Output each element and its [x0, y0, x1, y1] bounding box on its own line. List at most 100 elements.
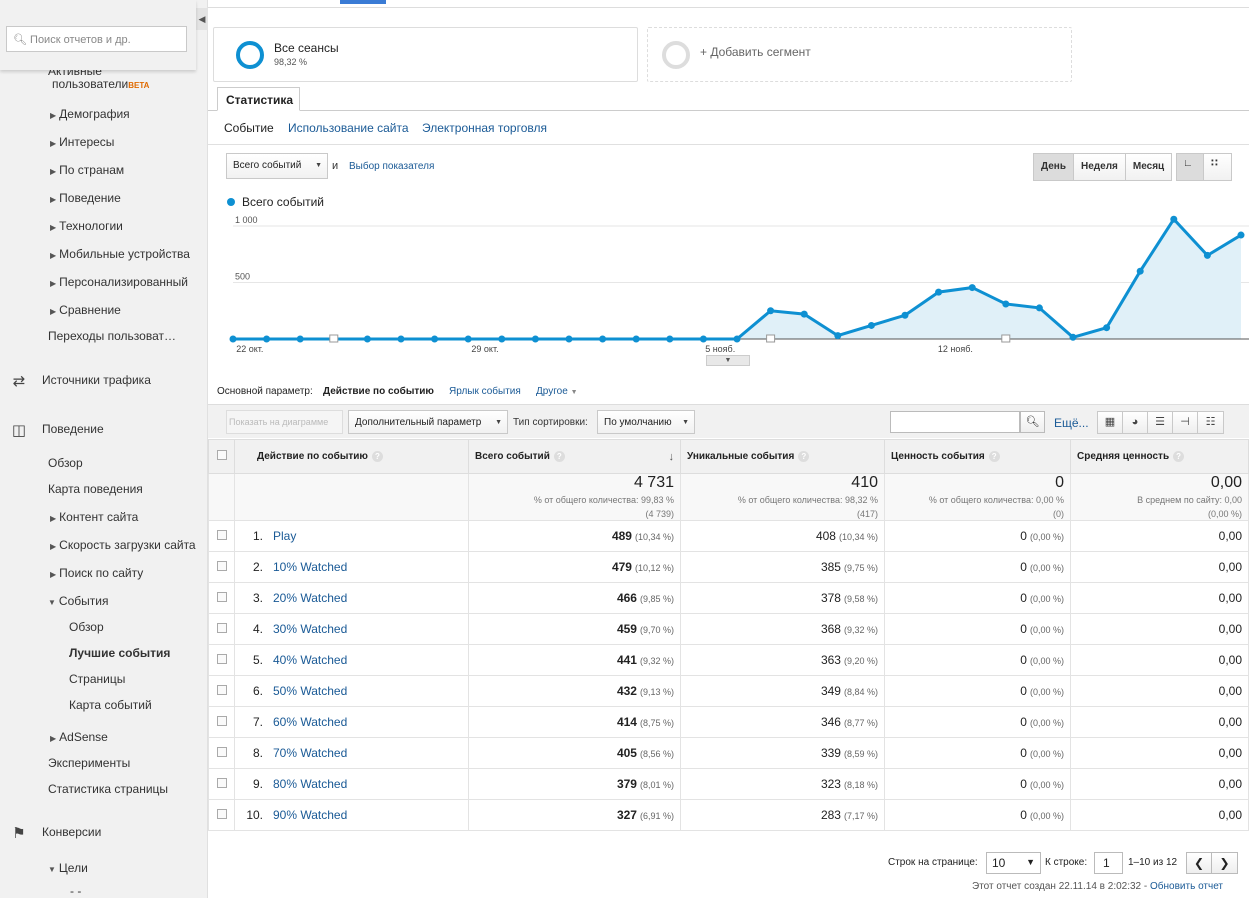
- header-event-value[interactable]: Ценность события?: [884, 439, 1071, 474]
- sidebar-item-site-search[interactable]: ▶ Поиск по сайту: [50, 566, 143, 580]
- refresh-report-link[interactable]: Обновить отчет: [1150, 881, 1223, 892]
- row-checkbox[interactable]: [216, 530, 227, 540]
- sidebar-item-behavior-overview[interactable]: Обзор: [48, 456, 83, 470]
- bar-view-icon[interactable]: ☰: [1148, 412, 1173, 433]
- report-search-input[interactable]: 🔍︎ Поиск отчетов и др.: [6, 26, 187, 52]
- goto-row-input[interactable]: 1: [1094, 852, 1123, 874]
- sidebar-item-demographics[interactable]: ▶ Демография: [50, 107, 130, 121]
- header-event-action-label: Действие по событию: [257, 451, 368, 462]
- sort-type-dropdown[interactable]: По умолчанию ▼: [597, 410, 695, 434]
- row-event-link[interactable]: 60% Watched: [273, 715, 347, 729]
- chart-resize-handle[interactable]: ▼: [706, 355, 750, 366]
- subtab-site-usage[interactable]: Использование сайта: [288, 121, 409, 135]
- segment-all-sessions[interactable]: Все сеансы 98,32 %: [213, 27, 638, 82]
- chevron-right-icon: ▶: [50, 195, 57, 204]
- pie-view-icon[interactable]: ◕: [1123, 412, 1148, 433]
- row-checkbox[interactable]: [216, 747, 227, 757]
- collapse-sidebar-button[interactable]: ◀: [196, 8, 208, 30]
- row-event-link[interactable]: 30% Watched: [273, 622, 347, 636]
- comparison-view-icon[interactable]: ⊣: [1173, 412, 1198, 433]
- sidebar-item-events-flow[interactable]: Карта событий: [69, 698, 152, 712]
- goto-row-label: К строке:: [1045, 857, 1088, 868]
- sidebar-item-site-speed[interactable]: ▶ Скорость загрузки сайта: [50, 538, 196, 552]
- row-avg: 0,00: [1218, 777, 1242, 791]
- sidebar-item-in-page[interactable]: Статистика страницы: [48, 782, 168, 796]
- row-event-link[interactable]: 80% Watched: [273, 777, 347, 791]
- row-event-link[interactable]: 70% Watched: [273, 746, 347, 760]
- table-row: 5. 40% Watched 441 (9,32 %) 363 (9,20 %) 0 (0,0…: [208, 644, 1249, 676]
- rows-per-page-select[interactable]: 10 ▼: [986, 852, 1041, 874]
- totals-event-value: 0 % от общего количества: 0,00 % (0): [884, 473, 1071, 521]
- period-day-button[interactable]: День: [1034, 154, 1074, 180]
- sidebar-item-top-events[interactable]: Лучшие события: [69, 646, 170, 660]
- sidebar-item-technology[interactable]: ▶ Технологии: [50, 219, 123, 233]
- help-icon: ?: [798, 451, 810, 462]
- sidebar-item-events-overview[interactable]: Обзор: [69, 620, 104, 634]
- row-checkbox[interactable]: [216, 561, 227, 571]
- period-month-button[interactable]: Месяц: [1125, 154, 1172, 180]
- prev-page-icon[interactable]: ❮: [1187, 853, 1212, 873]
- sidebar-item-behavior-flow[interactable]: Карта поведения: [48, 482, 143, 496]
- plot-rows-button[interactable]: Показать на диаграмме: [226, 410, 343, 434]
- row-select-cell: [208, 582, 235, 614]
- period-week-button[interactable]: Неделя: [1074, 154, 1126, 180]
- pivot-view-icon[interactable]: ☷: [1198, 412, 1223, 433]
- sidebar-item-site-content[interactable]: ▶ Контент сайта: [50, 510, 138, 524]
- subtab-event[interactable]: Событие: [224, 121, 274, 135]
- row-checkbox[interactable]: [216, 778, 227, 788]
- line-chart-button[interactable]: ∟: [1177, 154, 1204, 180]
- select-all-checkbox[interactable]: [216, 450, 227, 460]
- select-metric-link[interactable]: Выбор показателя: [349, 161, 434, 172]
- row-total-pct: (6,91 %): [639, 811, 674, 821]
- filter-search-button[interactable]: 🔍︎: [1020, 411, 1045, 433]
- dimension-event-label-link[interactable]: Ярлык события: [449, 386, 521, 397]
- row-event-link[interactable]: Play: [273, 529, 296, 543]
- row-checkbox[interactable]: [216, 716, 227, 726]
- totals-value: 410: [851, 474, 878, 491]
- add-segment-button[interactable]: + Добавить сегмент: [647, 27, 1072, 82]
- row-checkbox[interactable]: [216, 592, 227, 602]
- row-checkbox[interactable]: [216, 809, 227, 819]
- row-checkbox[interactable]: [216, 685, 227, 695]
- subtab-ecommerce[interactable]: Электронная торговля: [422, 121, 547, 135]
- sidebar-item-active-users-2[interactable]: пользователиBETA: [52, 77, 149, 91]
- next-page-icon[interactable]: ❯: [1212, 853, 1237, 873]
- sidebar-item-benchmarking[interactable]: ▶ Сравнение: [50, 303, 121, 317]
- sidebar-item-custom[interactable]: ▶ Персонализированный: [50, 275, 188, 289]
- row-event-link[interactable]: 90% Watched: [273, 808, 347, 822]
- row-checkbox[interactable]: [216, 654, 227, 664]
- sidebar-item-events[interactable]: ▼ События: [48, 594, 108, 608]
- sidebar-item-adsense[interactable]: ▶ AdSense: [50, 730, 108, 744]
- row-event-link[interactable]: 20% Watched: [273, 591, 347, 605]
- row-unique-value: 363: [820, 653, 841, 667]
- sidebar-item-users-flow[interactable]: Переходы пользоват…: [48, 329, 176, 343]
- tab-explorer[interactable]: Статистика: [217, 87, 300, 111]
- row-total-events: 479 (10,12 %): [468, 551, 681, 583]
- header-event-action[interactable]: Действие по событию?: [234, 439, 469, 474]
- header-unique-events[interactable]: Уникальные события?: [680, 439, 885, 474]
- row-checkbox[interactable]: [216, 623, 227, 633]
- sidebar-item-goals[interactable]: ▼ Цели: [48, 861, 88, 875]
- sidebar-section-behavior[interactable]: ◫ Поведение: [10, 421, 104, 439]
- sidebar-item-pages[interactable]: Страницы: [69, 672, 125, 686]
- sidebar-item-behavior-audience[interactable]: ▶ Поведение: [50, 191, 121, 205]
- sidebar-item-experiments[interactable]: Эксперименты: [48, 756, 130, 770]
- sidebar-item-geo[interactable]: ▶ По странам: [50, 163, 124, 177]
- sidebar-item-mobile[interactable]: ▶ Мобильные устройства: [50, 247, 190, 261]
- advanced-filter-link[interactable]: Ещё...: [1054, 416, 1089, 430]
- row-event-link[interactable]: 40% Watched: [273, 653, 347, 667]
- series-area: [233, 219, 1241, 339]
- header-avg-value[interactable]: Средняя ценность?: [1070, 439, 1249, 474]
- row-event-link[interactable]: 50% Watched: [273, 684, 347, 698]
- row-event-link[interactable]: 10% Watched: [273, 560, 347, 574]
- dimension-other-link[interactable]: Другое ▼: [536, 386, 578, 397]
- header-total-events[interactable]: Всего событий? ↓: [468, 439, 681, 474]
- secondary-dimension-dropdown[interactable]: Дополнительный параметр ▼: [348, 410, 508, 434]
- sidebar-section-acquisition[interactable]: ⇄ Источники трафика: [10, 372, 151, 390]
- motion-chart-button[interactable]: ∷: [1204, 154, 1231, 180]
- table-view-icon[interactable]: ▦: [1098, 412, 1123, 433]
- sidebar-section-conversions[interactable]: ⚑ Конверсии: [10, 824, 101, 842]
- sidebar-item-interests[interactable]: ▶ Интересы: [50, 135, 114, 149]
- table-filter-input[interactable]: [890, 411, 1020, 433]
- metric-dropdown[interactable]: Всего событий ▼: [226, 153, 328, 179]
